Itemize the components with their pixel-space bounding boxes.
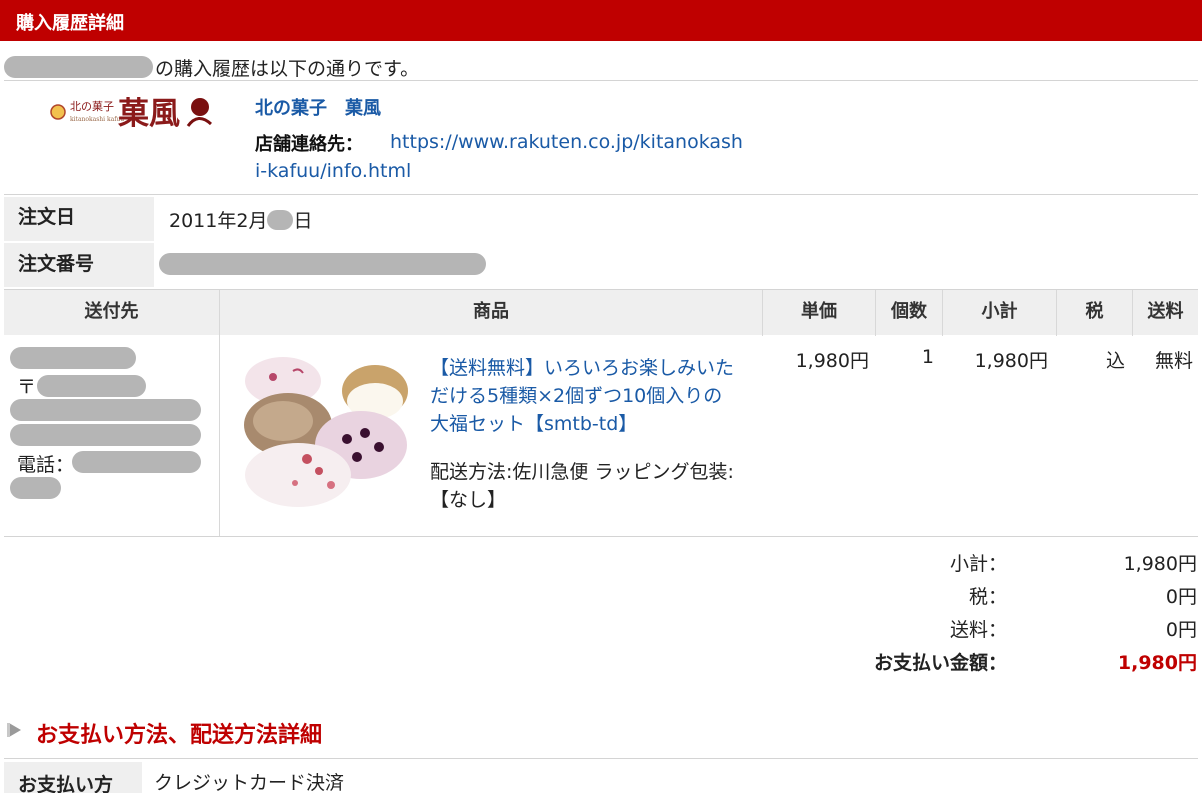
payment-method-value: クレジットカード決済 bbox=[154, 772, 345, 793]
intro-text: の購入履歴は以下の通りです。 bbox=[155, 58, 420, 80]
logo-large-text: 菓風 bbox=[117, 96, 180, 132]
redacted-order-number bbox=[159, 253, 486, 275]
subtotal-value: 1,980円 bbox=[974, 350, 1048, 372]
section-arrow-icon bbox=[7, 723, 21, 737]
product-image[interactable] bbox=[243, 353, 408, 510]
payment-method-label: お支払い方 bbox=[4, 762, 142, 793]
divider bbox=[4, 758, 1198, 759]
postal-mark: 〒 bbox=[17, 376, 37, 398]
summary-tax-value: 0円 bbox=[1165, 586, 1197, 608]
summary-subtotal-label: 小計： bbox=[949, 553, 1007, 575]
redacted-address-1 bbox=[10, 399, 201, 421]
col-header-recipient: 送付先 bbox=[4, 290, 220, 336]
table-bottom-rule bbox=[4, 536, 1198, 537]
col-header-shipping: 送料 bbox=[1147, 301, 1184, 322]
redacted-phone bbox=[72, 451, 201, 473]
order-number-label: 注文番号 bbox=[4, 243, 154, 287]
col-header-unit-price: 単価 bbox=[763, 290, 876, 336]
logo-crest-icon bbox=[50, 104, 66, 120]
shop-name-link[interactable]: 北の菓子 菓風 bbox=[255, 94, 381, 120]
col-header-product: 商品 bbox=[220, 290, 763, 336]
summary-total-label: お支払い金額： bbox=[873, 652, 1007, 674]
order-date-value: 2011年2月日 bbox=[169, 210, 313, 232]
redacted-postal-code bbox=[37, 375, 146, 397]
contact-url-link[interactable]: https://www.rakuten.co.jp/kitanokashi-ka… bbox=[255, 128, 745, 186]
summary-shipping-value: 0円 bbox=[1165, 619, 1197, 641]
summary-tax-label: 税： bbox=[968, 586, 1007, 608]
page-title: 購入履歴詳細 bbox=[16, 13, 124, 34]
col-header-tax: 税 bbox=[1057, 290, 1133, 336]
redacted-address-2 bbox=[10, 424, 201, 446]
redacted-phone-2 bbox=[10, 477, 61, 499]
unit-price-value: 1,980円 bbox=[795, 350, 869, 372]
table-header: 送付先 商品 単価 個数 小計 税 送料 bbox=[4, 289, 1198, 336]
tax-value: 込 bbox=[1105, 350, 1125, 372]
svg-text:kitanokashi kafuu: kitanokashi kafuu bbox=[70, 116, 124, 123]
delivery-info: 配送方法:佐川急便 ラッピング包装:【なし】 bbox=[430, 461, 734, 511]
column-divider bbox=[219, 335, 220, 536]
col-header-quantity: 個数 bbox=[876, 290, 943, 336]
logo-figure-icon bbox=[191, 98, 209, 116]
shop-logo[interactable]: 北の菓子 kitanokashi kafuu 菓風 bbox=[48, 90, 212, 134]
page-header: 購入履歴詳細 bbox=[0, 0, 1202, 41]
divider bbox=[4, 194, 1198, 195]
summary-shipping-label: 送料： bbox=[949, 619, 1007, 641]
shipping-value: 無料 bbox=[1154, 350, 1193, 372]
phone-label: 電話： bbox=[17, 454, 75, 476]
order-date-label: 注文日 bbox=[4, 197, 154, 241]
logo-small-text: 北の菓子 bbox=[70, 100, 114, 113]
payment-section-title: お支払い方法、配送方法詳細 bbox=[36, 723, 323, 748]
redacted-username bbox=[4, 56, 153, 78]
quantity-value: 1 bbox=[921, 346, 934, 368]
divider bbox=[4, 80, 1198, 81]
summary-total-value: 1,980円 bbox=[1117, 652, 1197, 674]
redacted-day bbox=[267, 210, 294, 230]
redacted-recipient-name bbox=[10, 347, 136, 369]
col-header-subtotal: 小計 bbox=[943, 290, 1057, 336]
product-name-link[interactable]: 【送料無料】いろいろお楽しみいただける5種類×2個ずつ10個入りの大福セット【s… bbox=[430, 354, 740, 438]
summary-subtotal-value: 1,980円 bbox=[1123, 553, 1197, 575]
